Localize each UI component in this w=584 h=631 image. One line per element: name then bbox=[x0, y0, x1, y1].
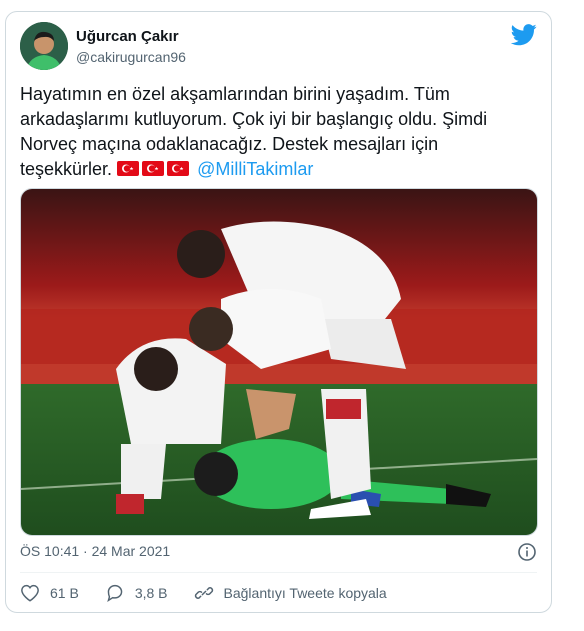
tweet-text-line: Hayatımın en özel akşamlarından birini y… bbox=[20, 84, 450, 104]
tweet-photo[interactable] bbox=[20, 188, 538, 536]
display-name[interactable]: Uğurcan Çakır bbox=[76, 28, 179, 45]
like-button[interactable]: 61 B bbox=[20, 584, 79, 602]
tweet-text-line: Norveç maçına odaklanacağız. Destek mesa… bbox=[20, 134, 439, 154]
turkish-flag-icon bbox=[167, 161, 190, 176]
link-icon bbox=[194, 587, 213, 599]
reply-button[interactable]: 3,8 B bbox=[105, 584, 168, 602]
tweet-timestamp[interactable]: ÖS 10:41 · 24 Mar 2021 bbox=[20, 543, 170, 559]
reply-icon bbox=[107, 584, 123, 602]
copy-link-button[interactable]: Bağlantıyı Tweete kopyala bbox=[194, 584, 387, 602]
tweet-card: Uğurcan Çakır @cakirugurcan96 Hayatımın … bbox=[5, 11, 552, 613]
avatar[interactable] bbox=[20, 22, 68, 70]
divider bbox=[20, 572, 537, 573]
like-count: 61 B bbox=[50, 585, 79, 601]
action-bar: 61 B 3,8 B Bağlantıyı Tweete kopyala bbox=[20, 584, 413, 602]
tweet-text-end: teşekkürler. bbox=[20, 159, 113, 179]
user-handle[interactable]: @cakirugurcan96 bbox=[76, 49, 186, 65]
tweet-text-line: arkadaşlarımı kutluyorum. Çok iyi bir ba… bbox=[20, 109, 488, 129]
turkish-flag-icon bbox=[142, 161, 165, 176]
heart-icon bbox=[21, 584, 39, 602]
reply-count: 3,8 B bbox=[134, 585, 168, 601]
turkish-flag-icon bbox=[117, 161, 140, 176]
twitter-bird-icon[interactable] bbox=[511, 24, 537, 46]
tweet-text-line: teşekkürler. @MilliTakimlar bbox=[20, 157, 535, 182]
tweet-text: Hayatımın en özel akşamlarından birini y… bbox=[20, 82, 535, 182]
info-icon[interactable] bbox=[517, 542, 537, 562]
copy-link-label: Bağlantıyı Tweete kopyala bbox=[223, 585, 387, 601]
mention-link[interactable]: @MilliTakimlar bbox=[197, 159, 313, 179]
